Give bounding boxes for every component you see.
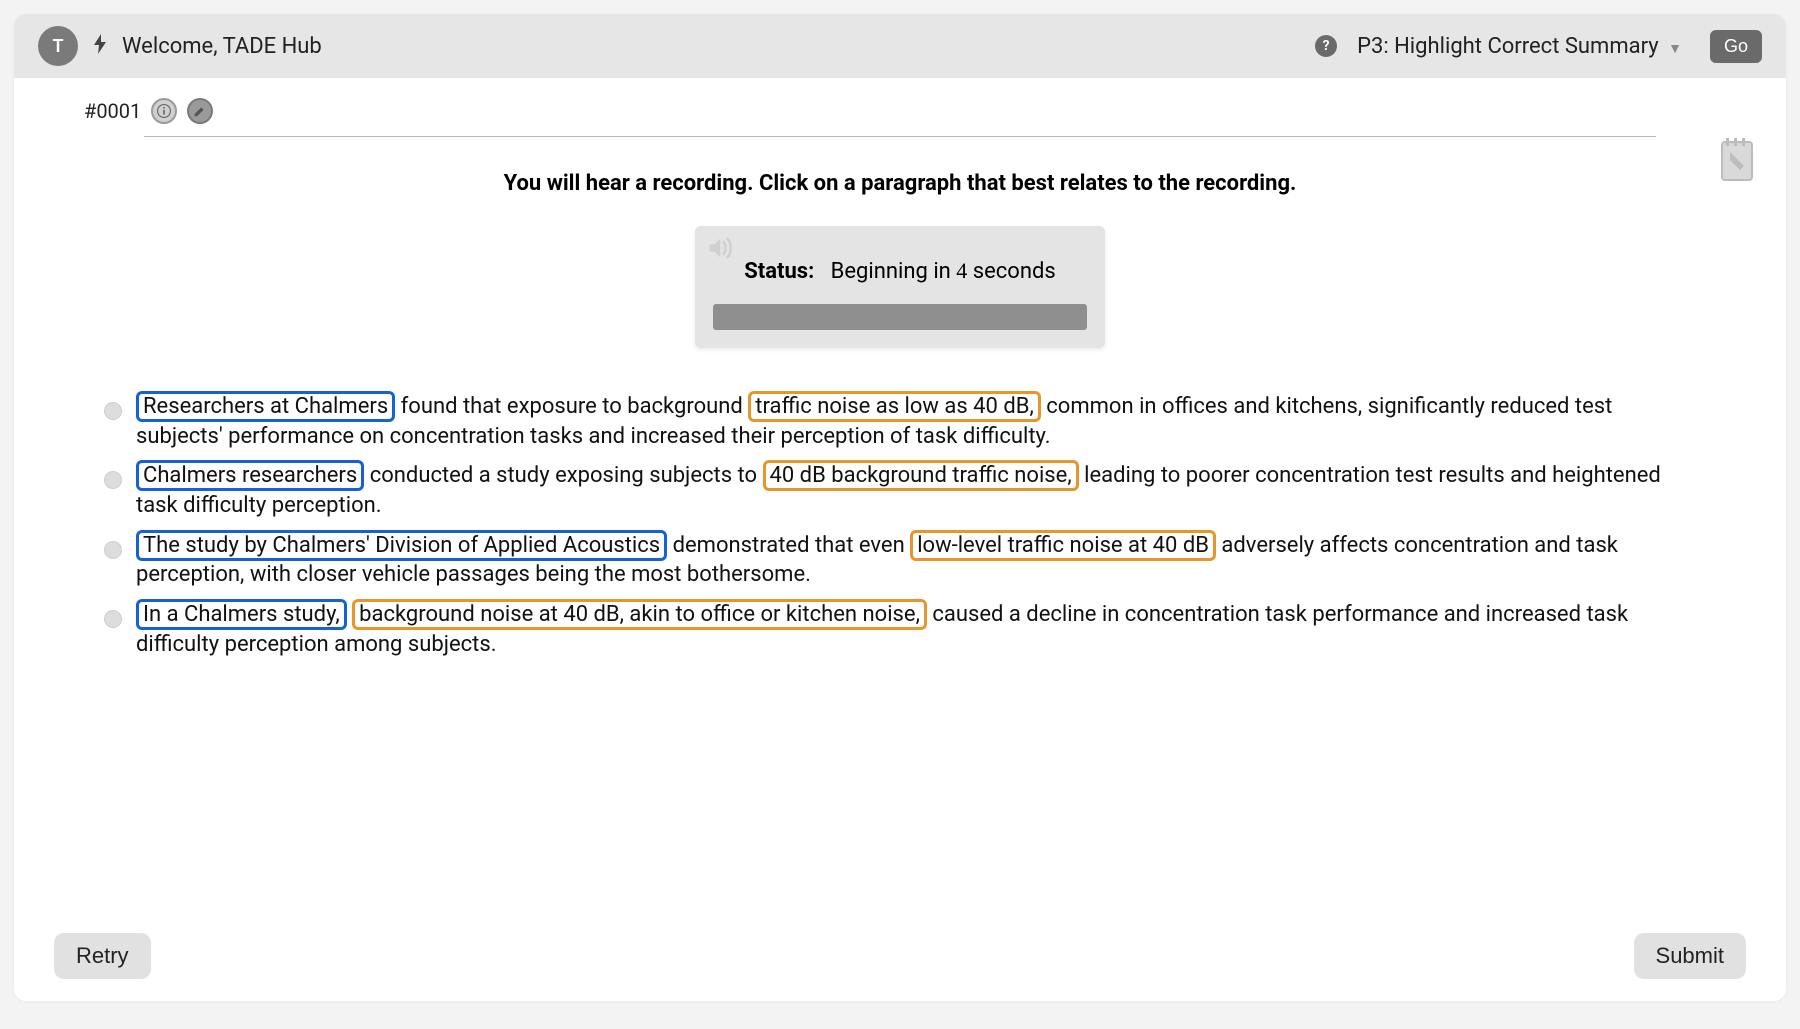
go-button[interactable]: Go [1710, 30, 1762, 63]
highlight-blue: In a Chalmers study, [136, 599, 347, 630]
option-row[interactable]: Chalmers researchers conducted a study e… [104, 461, 1696, 520]
radio-button[interactable] [104, 610, 122, 628]
highlight-orange: traffic noise as low as 40 dB, [748, 391, 1041, 422]
content-body: #0001 You will hear a recording. Click o… [14, 78, 1786, 919]
option-row[interactable]: Researchers at Chalmers found that expos… [104, 392, 1696, 451]
info-icon[interactable] [151, 98, 177, 124]
audio-panel: Status: Beginning in 4 seconds [695, 226, 1105, 348]
highlight-orange: background noise at 40 dB, akin to offic… [352, 599, 927, 630]
highlight-orange: 40 dB background traffic noise, [763, 460, 1079, 491]
status-suffix: seconds [973, 259, 1056, 284]
option-text: Chalmers researchers conducted a study e… [136, 461, 1696, 520]
item-id: #0001 [84, 99, 141, 123]
retry-button[interactable]: Retry [54, 933, 151, 979]
option-text: In a Chalmers study, background noise at… [136, 600, 1696, 659]
radio-button[interactable] [104, 471, 122, 489]
status-prefix: Beginning in [831, 259, 951, 284]
progress-bar[interactable] [713, 304, 1087, 330]
status-label: Status: [744, 259, 814, 284]
option-text: The study by Chalmers' Division of Appli… [136, 531, 1696, 590]
header: T Welcome, TADE Hub ? P3: Highlight Corr… [14, 14, 1786, 78]
text-segment: conducted a study exposing subjects to [364, 463, 762, 488]
speaker-icon [705, 234, 733, 267]
text-segment: demonstrated that even [667, 533, 910, 558]
avatar[interactable]: T [38, 26, 78, 66]
app-window: T Welcome, TADE Hub ? P3: Highlight Corr… [14, 14, 1786, 1001]
radio-button[interactable] [104, 541, 122, 559]
chevron-down-icon: ▼ [1668, 41, 1682, 57]
bolt-icon [92, 34, 108, 59]
option-row[interactable]: In a Chalmers study, background noise at… [104, 600, 1696, 659]
task-dropdown[interactable]: P3: Highlight Correct Summary ▼ [1357, 34, 1682, 59]
radio-button[interactable] [104, 402, 122, 420]
task-label-text: P3: Highlight Correct Summary [1357, 34, 1659, 59]
edit-icon[interactable] [187, 98, 213, 124]
instruction-text: You will hear a recording. Click on a pa… [84, 171, 1716, 196]
footer: Retry Submit [14, 919, 1786, 1001]
status-text: Status: Beginning in 4 seconds [713, 258, 1087, 284]
submit-button[interactable]: Submit [1634, 933, 1746, 979]
highlight-orange: low-level traffic noise at 40 dB [910, 530, 1216, 561]
help-icon[interactable]: ? [1315, 35, 1337, 57]
welcome-text: Welcome, TADE Hub [122, 34, 322, 59]
item-header: #0001 [84, 98, 1716, 124]
highlight-blue: Chalmers researchers [136, 460, 364, 491]
status-count: 4 [956, 258, 967, 283]
divider [144, 136, 1656, 137]
option-text: Researchers at Chalmers found that expos… [136, 392, 1696, 451]
highlight-blue: The study by Chalmers' Division of Appli… [136, 530, 667, 561]
options-list: Researchers at Chalmers found that expos… [104, 392, 1696, 670]
option-row[interactable]: The study by Chalmers' Division of Appli… [104, 531, 1696, 590]
notepad-icon[interactable] [1716, 138, 1756, 184]
text-segment: found that exposure to background [395, 394, 748, 419]
highlight-blue: Researchers at Chalmers [136, 391, 395, 422]
